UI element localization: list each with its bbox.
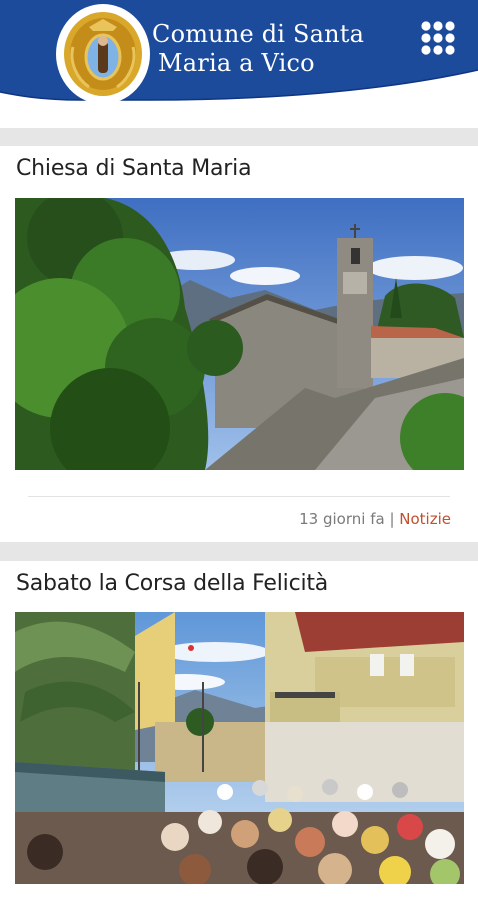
news-time: 13 giorni fa [299,510,385,528]
meta-separator: | [384,510,400,528]
app-title-line1: Comune di Santa [152,20,365,48]
stone-church-with-bell-tower-photo[interactable] [15,198,464,470]
card-divider [28,496,450,497]
app-title: Comune di Santa Maria a Vico [152,20,364,78]
crowd-photo-image [15,612,464,884]
crowd-in-street-photo[interactable] [15,612,464,884]
app-title-line2: Maria a Vico [158,49,315,77]
app-header: Comune di Santa Maria a Vico [0,0,478,128]
grid-menu-icon [421,21,455,55]
grid-menu-button[interactable] [420,20,456,56]
news-meta: 13 giorni fa | Notizie [299,510,451,528]
news-card[interactable]: Sabato la Corsa della Felicità [0,561,478,900]
coat-of-arms-logo[interactable] [59,7,147,101]
church-photo-image [15,198,464,470]
news-card[interactable]: Chiesa di Santa Maria 13 giorni fa | Not… [0,146,478,542]
news-category-link[interactable]: Notizie [399,510,451,528]
news-title[interactable]: Sabato la Corsa della Felicità [16,571,328,596]
coat-of-arms-icon [61,9,145,99]
news-title[interactable]: Chiesa di Santa Maria [16,156,252,181]
